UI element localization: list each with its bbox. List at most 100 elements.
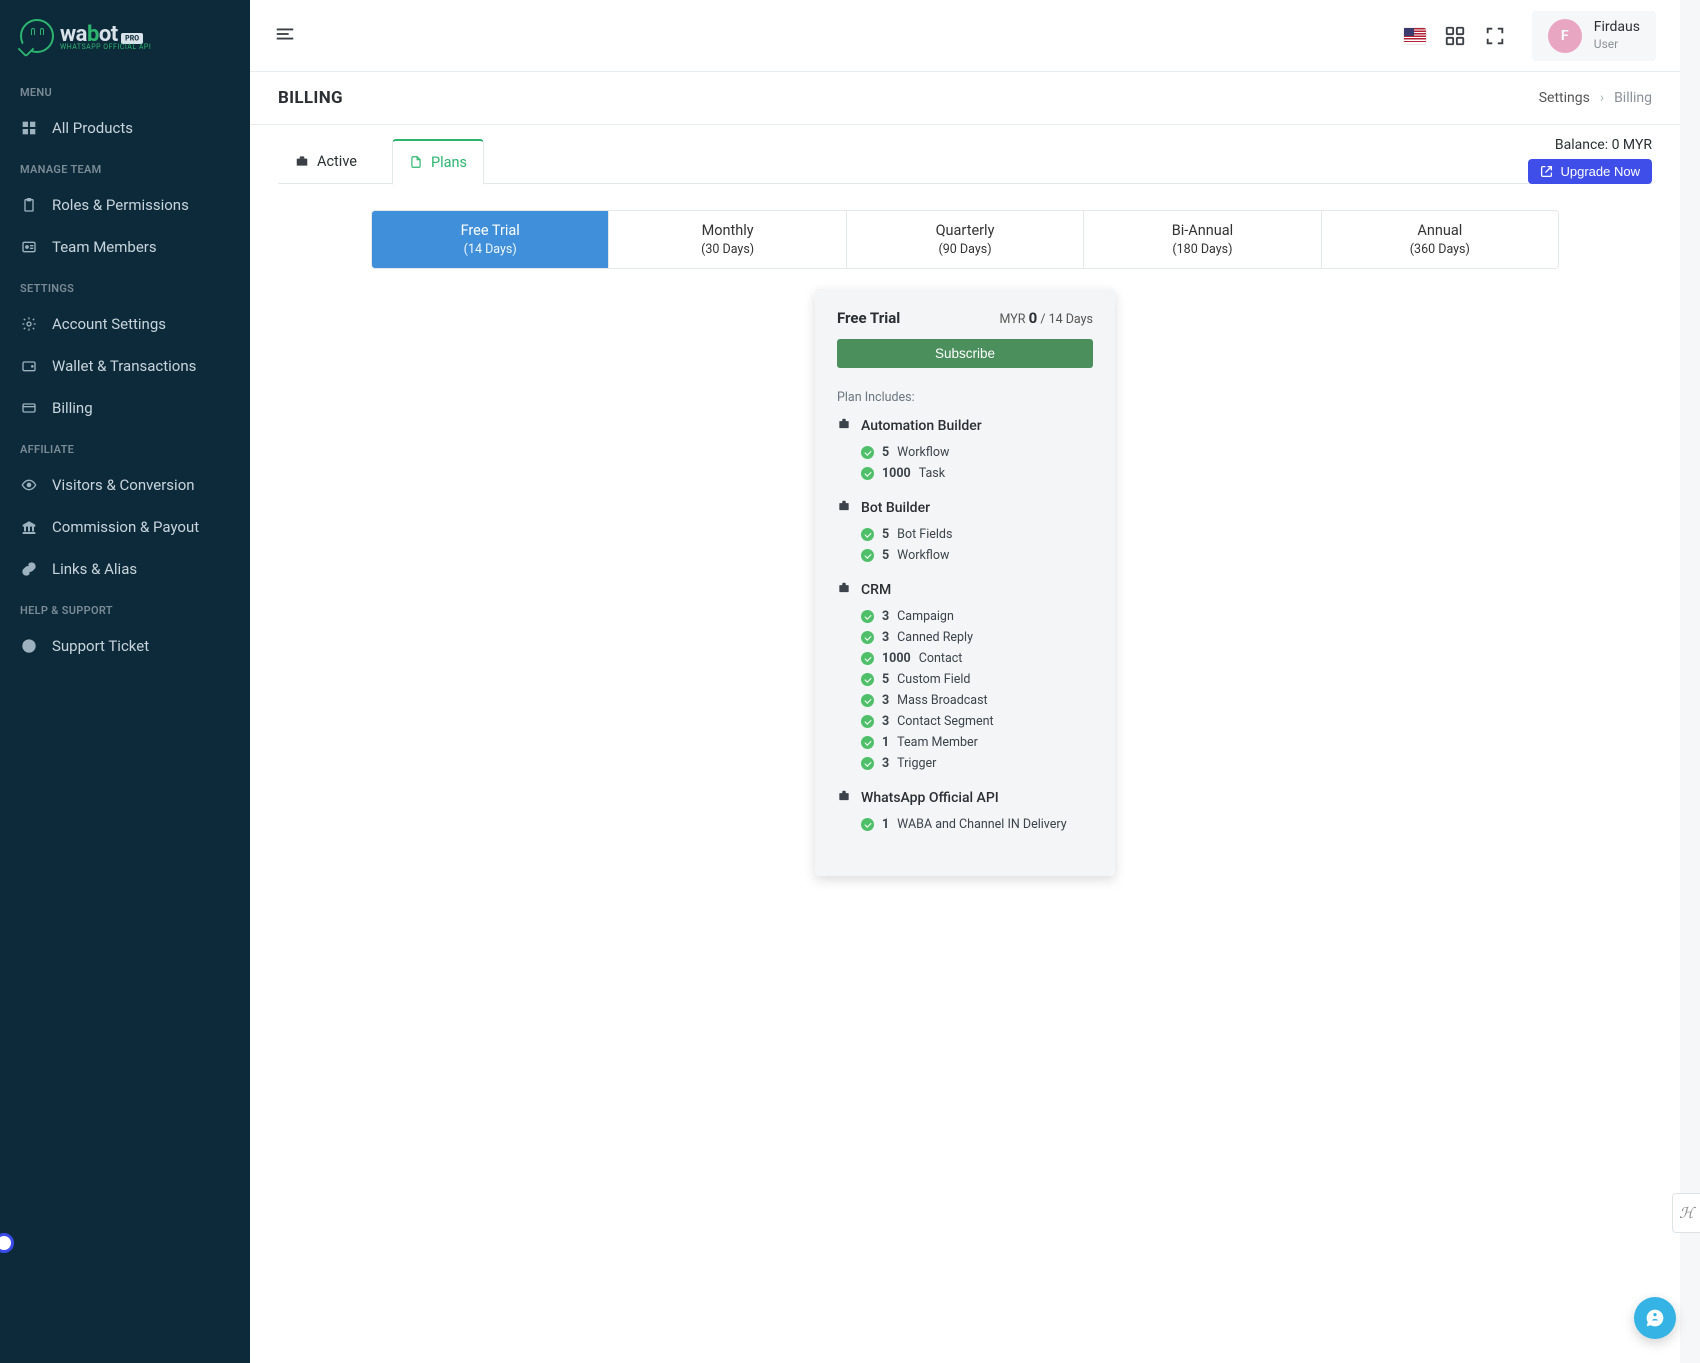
sidebar-item-label: Roles & Permissions: [52, 196, 189, 214]
check-icon: [861, 610, 874, 623]
logo[interactable]: wabot PRO WHATSAPP OFFICIAL API: [0, 0, 250, 72]
gear-icon: [20, 315, 38, 333]
feature-group: CRM 3 Campaign 3 Canned Reply 1000 Conta…: [837, 581, 1093, 774]
link-icon: [20, 560, 38, 578]
grid-icon: [20, 119, 38, 137]
upgrade-now-button[interactable]: Upgrade Now: [1528, 159, 1653, 184]
breadcrumb-leaf: Billing: [1614, 90, 1652, 106]
feature-item: 1000 Task: [837, 463, 1093, 484]
upgrade-now-label: Upgrade Now: [1561, 164, 1641, 179]
user-name: Firdaus: [1594, 19, 1640, 37]
scrollbar[interactable]: [1680, 0, 1700, 1363]
bank-icon: [20, 518, 38, 536]
chat-widget-button[interactable]: [1634, 1297, 1676, 1339]
feature-item: 3 Canned Reply: [837, 627, 1093, 648]
feature-item: 5 Bot Fields: [837, 524, 1093, 545]
side-widget-tab[interactable]: ℋ: [1672, 1193, 1700, 1233]
language-flag-icon[interactable]: [1404, 25, 1426, 47]
feature-item: 5 Workflow: [837, 545, 1093, 566]
eye-icon: [20, 476, 38, 494]
feature-group: WhatsApp Official API 1 WABA and Channel…: [837, 789, 1093, 835]
sidebar-item-label: Commission & Payout: [52, 518, 199, 536]
sidebar-item-account-settings[interactable]: Account Settings: [0, 303, 250, 345]
period-name: Quarterly: [847, 222, 1083, 239]
tabs: Active Plans Balance: 0 MYR Upgrade Now: [278, 125, 1652, 184]
sidebar-item-label: Billing: [52, 399, 93, 417]
avatar: F: [1548, 19, 1582, 53]
feature-group-title: CRM: [837, 581, 1093, 599]
apps-grid-icon[interactable]: [1444, 25, 1466, 47]
lifebuoy-icon: [20, 637, 38, 655]
period-name: Monthly: [609, 222, 845, 239]
sidebar-item-all-products[interactable]: All Products: [0, 107, 250, 149]
fullscreen-icon[interactable]: [1484, 25, 1506, 47]
main: F Firdaus User BILLING Settings › Billin…: [250, 0, 1680, 1363]
period-days: (180 Days): [1084, 242, 1320, 257]
period-monthly[interactable]: Monthly (30 Days): [609, 211, 846, 268]
card-icon: [20, 399, 38, 417]
period-free-trial[interactable]: Free Trial (14 Days): [372, 211, 609, 268]
sidebar-item-links-alias[interactable]: Links & Alias: [0, 548, 250, 590]
sidebar-item-roles-permissions[interactable]: Roles & Permissions: [0, 184, 250, 226]
period-days: (360 Days): [1322, 242, 1558, 257]
check-icon: [861, 818, 874, 831]
plan-name: Free Trial: [837, 309, 900, 327]
clipboard-icon: [20, 196, 38, 214]
sidebar-item-label: All Products: [52, 119, 133, 137]
check-icon: [861, 528, 874, 541]
feature-group: Bot Builder 5 Bot Fields 5 Workflow: [837, 499, 1093, 566]
period-days: (90 Days): [847, 242, 1083, 257]
check-icon: [861, 715, 874, 728]
feature-item: 3 Mass Broadcast: [837, 690, 1093, 711]
check-icon: [861, 446, 874, 459]
page-title: BILLING: [278, 88, 343, 108]
check-icon: [861, 673, 874, 686]
period-annual[interactable]: Annual (360 Days): [1322, 211, 1558, 268]
nav-heading: AFFILIATE: [0, 429, 250, 464]
check-icon: [861, 467, 874, 480]
feature-item: 3 Trigger: [837, 753, 1093, 774]
menu-toggle-button[interactable]: [274, 23, 296, 49]
sidebar-item-team-members[interactable]: Team Members: [0, 226, 250, 268]
briefcase-icon: [837, 417, 851, 435]
briefcase-icon: [837, 499, 851, 517]
chevron-right-icon: ›: [1600, 90, 1604, 106]
logo-subtext: WHATSAPP OFFICIAL API: [60, 43, 151, 51]
sidebar-item-commission-payout[interactable]: Commission & Payout: [0, 506, 250, 548]
logo-mark-icon: [20, 19, 54, 53]
sidebar-item-label: Links & Alias: [52, 560, 137, 578]
tab-plans[interactable]: Plans: [392, 139, 484, 185]
tab-active-label: Active: [317, 153, 357, 170]
sidebar-item-billing[interactable]: Billing: [0, 387, 250, 429]
balance-display: Balance: 0 MYR: [1528, 137, 1653, 153]
check-icon: [861, 549, 874, 562]
page-header: BILLING Settings › Billing: [250, 72, 1680, 125]
nav-heading: SETTINGS: [0, 268, 250, 303]
period-selector: Free Trial (14 Days)Monthly (30 Days)Qua…: [371, 210, 1559, 269]
sidebar-item-label: Team Members: [52, 238, 157, 256]
breadcrumb: Settings › Billing: [1539, 90, 1652, 106]
feature-item: 3 Campaign: [837, 606, 1093, 627]
tab-active[interactable]: Active: [278, 139, 374, 183]
subscribe-button[interactable]: Subscribe: [837, 339, 1093, 368]
period-days: (30 Days): [609, 242, 845, 257]
breadcrumb-root[interactable]: Settings: [1539, 90, 1590, 106]
sidebar-item-visitors-conversion[interactable]: Visitors & Conversion: [0, 464, 250, 506]
sidebar: wabot PRO WHATSAPP OFFICIAL API MENUAll …: [0, 0, 250, 1363]
sidebar-item-label: Account Settings: [52, 315, 166, 333]
period-bi-annual[interactable]: Bi-Annual (180 Days): [1084, 211, 1321, 268]
user-menu[interactable]: F Firdaus User: [1532, 11, 1656, 61]
briefcase-icon: [837, 581, 851, 599]
check-icon: [861, 631, 874, 644]
sidebar-item-label: Wallet & Transactions: [52, 357, 196, 375]
check-icon: [861, 694, 874, 707]
period-quarterly[interactable]: Quarterly (90 Days): [847, 211, 1084, 268]
tab-plans-label: Plans: [431, 154, 467, 171]
period-days: (14 Days): [372, 242, 608, 257]
plan-includes-label: Plan Includes:: [837, 390, 1093, 405]
sidebar-item-wallet-transactions[interactable]: Wallet & Transactions: [0, 345, 250, 387]
sidebar-item-support-ticket[interactable]: Support Ticket: [0, 625, 250, 667]
feature-item: 5 Custom Field: [837, 669, 1093, 690]
user-role: User: [1594, 37, 1640, 52]
nav-heading: MANAGE TEAM: [0, 149, 250, 184]
